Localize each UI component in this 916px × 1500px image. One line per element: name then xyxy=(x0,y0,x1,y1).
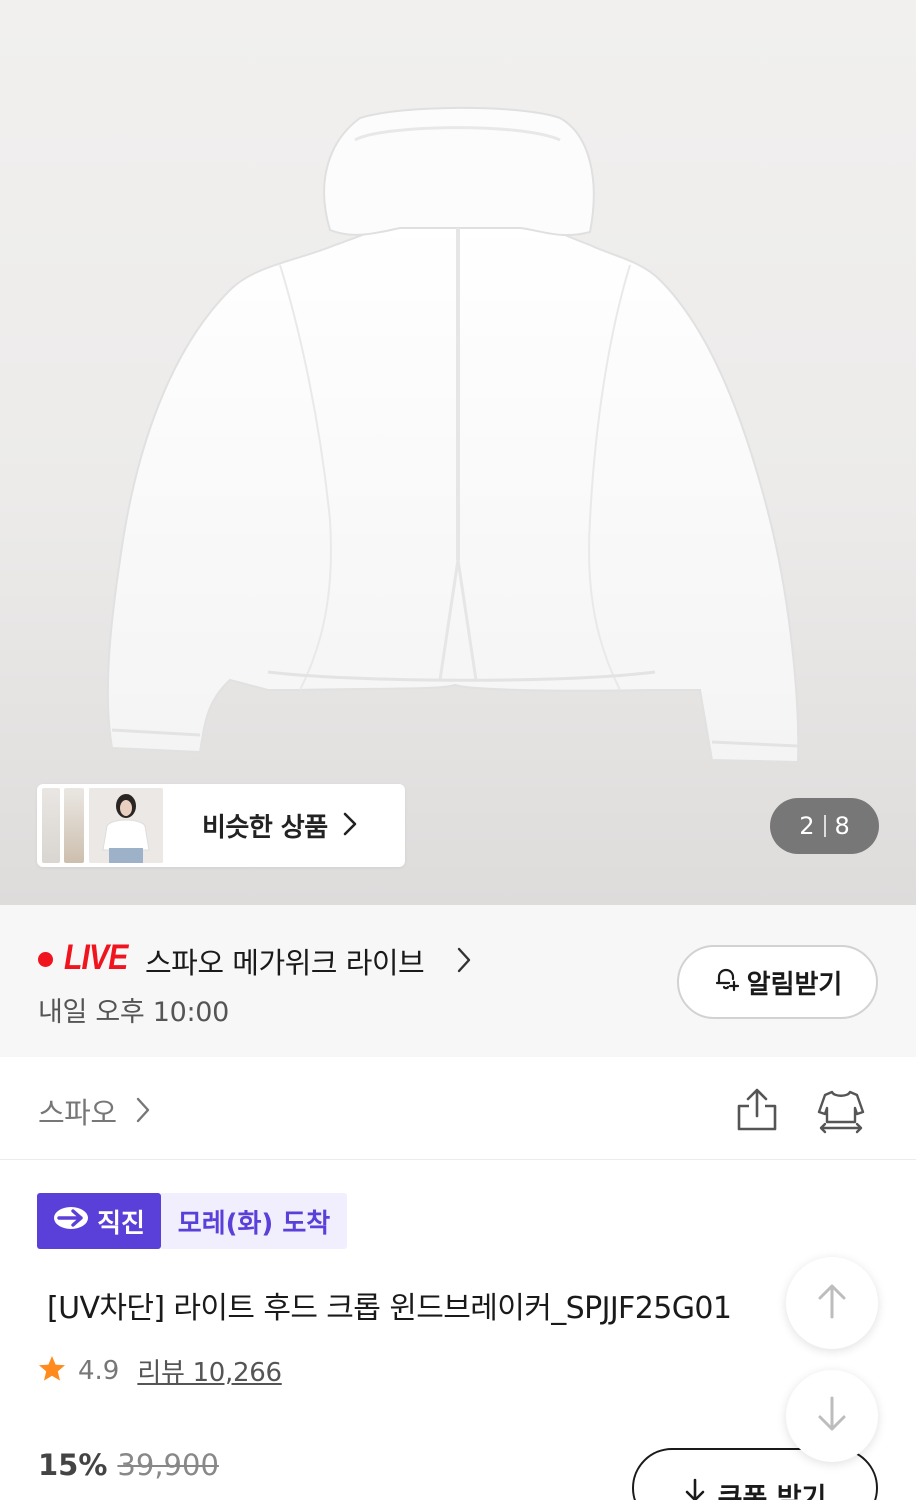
rating-value: 4.9 xyxy=(78,1355,120,1386)
brand-link[interactable]: 스파오 xyxy=(38,1090,117,1132)
download-arrow-icon xyxy=(684,1476,706,1500)
scroll-up-button[interactable] xyxy=(786,1257,878,1349)
bell-plus-icon xyxy=(713,966,739,999)
live-indicator-dot xyxy=(38,952,53,967)
live-title[interactable]: 스파오 메가위크 라이브 xyxy=(145,940,425,982)
review-count-link[interactable]: 리뷰 10,266 xyxy=(137,1352,282,1389)
discount-rate: 15% xyxy=(38,1448,108,1482)
similar-products-button[interactable]: 비슷한 상품 xyxy=(37,784,405,867)
arrival-date-badge: 모레(화) 도착 xyxy=(161,1193,347,1249)
live-badge: LIVE xyxy=(64,938,128,977)
similar-product-thumbnails xyxy=(42,788,168,863)
direct-delivery-badge: 직진 xyxy=(37,1193,161,1249)
thumbnail-image xyxy=(89,788,163,863)
live-schedule-time: 내일 오후 10:00 xyxy=(38,997,230,1028)
product-image-gallery[interactable]: 비슷한 상품 2 8 xyxy=(0,0,916,905)
chevron-right-icon[interactable] xyxy=(135,1096,151,1128)
price-row: 15% 39,900 xyxy=(38,1448,219,1482)
thumbnail-image xyxy=(64,788,84,863)
thumbnail-image xyxy=(42,788,60,863)
similar-products-label: 비슷한 상품 xyxy=(202,813,328,843)
star-icon xyxy=(38,1355,66,1386)
current-image-index: 2 xyxy=(799,812,815,840)
notify-me-label: 알림받기 xyxy=(746,969,843,1000)
product-title: [UV차단] 라이트 후드 크롭 윈드브레이커_SPJJF25G01 xyxy=(47,1291,732,1326)
direct-logo-icon xyxy=(53,1206,89,1237)
get-coupon-label: 쿠폰 받기 xyxy=(717,1483,827,1500)
chevron-right-icon xyxy=(342,811,358,841)
image-page-counter: 2 8 xyxy=(770,798,879,854)
original-price: 39,900 xyxy=(117,1448,219,1482)
arrow-up-icon xyxy=(816,1282,848,1324)
direct-delivery-label: 직진 xyxy=(97,1208,145,1239)
scroll-down-button[interactable] xyxy=(786,1370,878,1462)
total-image-count: 8 xyxy=(834,812,850,840)
counter-divider xyxy=(823,815,826,837)
arrow-down-icon xyxy=(816,1395,848,1437)
chevron-right-icon[interactable] xyxy=(456,946,472,978)
rating-row: 4.9 리뷰 10,266 xyxy=(38,1352,282,1389)
fit-size-icon[interactable] xyxy=(815,1086,867,1134)
notify-me-button[interactable]: 알림받기 xyxy=(677,945,878,1019)
share-icon[interactable] xyxy=(734,1086,780,1134)
product-photo xyxy=(106,106,800,764)
